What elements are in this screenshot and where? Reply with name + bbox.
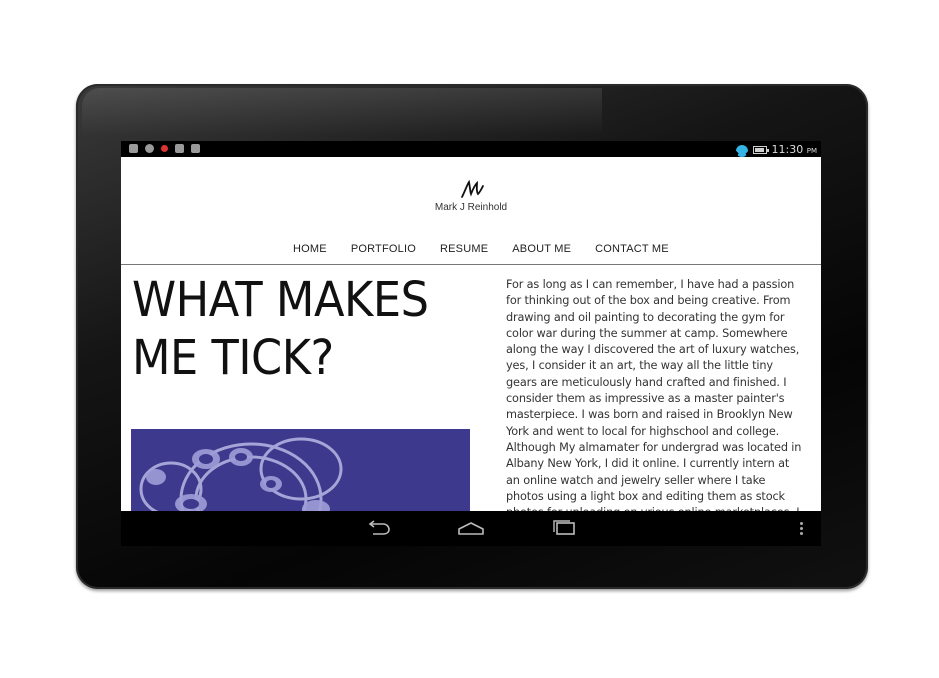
gears-illustration	[139, 437, 343, 511]
notification-icons	[129, 144, 200, 153]
system-nav-bar	[121, 511, 821, 546]
status-bar: 11:30 PM	[121, 141, 821, 157]
menu-icon[interactable]	[800, 522, 803, 537]
check-icon	[175, 144, 184, 153]
watch-gears-photo	[131, 429, 470, 511]
signature-logo-icon	[461, 179, 484, 198]
nav-contact-me[interactable]: CONTACT ME	[595, 243, 669, 255]
web-page: Mark J Reinhold HOME PORTFOLIO RESUME AB…	[121, 157, 821, 511]
nav-resume[interactable]: RESUME	[440, 243, 488, 255]
download-icon	[191, 144, 200, 153]
recents-icon[interactable]	[551, 520, 577, 536]
back-icon[interactable]	[365, 520, 391, 536]
tablet-screen: 11:30 PM Mark J Reinhold HOME PORTFOLIO …	[121, 141, 821, 546]
logo-name: Mark J Reinhold	[434, 202, 508, 213]
site-logo[interactable]: Mark J Reinhold	[121, 179, 821, 213]
site-nav: HOME PORTFOLIO RESUME ABOUT ME CONTACT M…	[293, 243, 669, 255]
status-right: 11:30 PM	[735, 143, 817, 157]
nav-home[interactable]: HOME	[293, 243, 327, 255]
wifi-icon	[735, 145, 748, 157]
chat-icon	[145, 144, 154, 153]
nav-divider	[121, 264, 821, 265]
frame-sheen	[82, 88, 602, 136]
page-headline: WHAT MAKES ME TICK?	[132, 272, 429, 386]
record-icon	[161, 145, 168, 152]
battery-icon	[752, 145, 769, 154]
status-clock: 11:30 PM	[771, 143, 817, 156]
home-icon[interactable]	[457, 520, 485, 536]
about-paragraph: For as long as I can remember, I have ha…	[506, 278, 802, 511]
image-icon	[129, 144, 138, 153]
nav-about-me[interactable]: ABOUT ME	[512, 243, 571, 255]
nav-portfolio[interactable]: PORTFOLIO	[351, 243, 416, 255]
